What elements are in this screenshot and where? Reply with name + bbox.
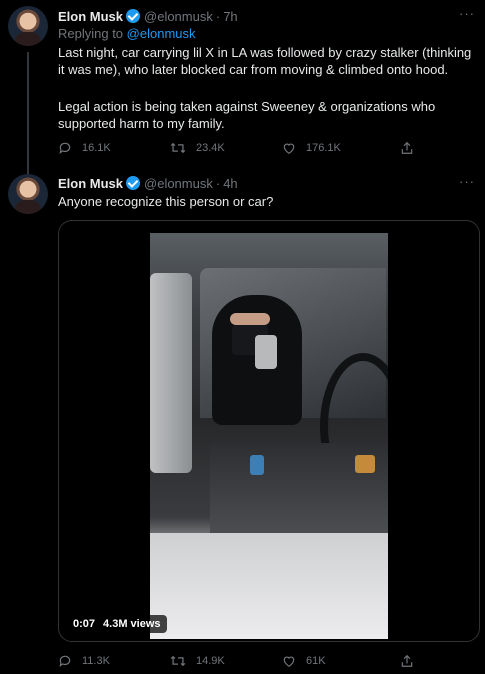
tweet-actions: 11.3K 14.9K 61K [58, 652, 468, 670]
author-handle[interactable]: @elonmusk [144, 9, 213, 24]
like-count: 61K [306, 655, 326, 667]
like-button[interactable]: 176.1K [282, 139, 394, 157]
reply-count: 16.1K [82, 142, 111, 154]
retweet-count: 23.4K [196, 142, 225, 154]
retweet-count: 14.9K [196, 655, 225, 667]
retweet-button[interactable]: 23.4K [170, 139, 282, 157]
video-player[interactable]: 0:07 4.3M views [58, 220, 480, 642]
avatar[interactable] [8, 6, 48, 46]
tweet-header: Elon Musk @elonmusk · 4h [58, 174, 238, 192]
share-button[interactable] [400, 652, 424, 670]
author-name[interactable]: Elon Musk [58, 9, 123, 24]
author-name[interactable]: Elon Musk [58, 176, 123, 191]
tweet-time[interactable]: 7h [223, 9, 237, 24]
car-seat [150, 273, 192, 473]
separator-dot: · [215, 175, 221, 191]
replying-to: Replying to @elonmusk [58, 26, 196, 41]
reply-icon [58, 141, 72, 155]
video-frame[interactable] [150, 233, 388, 639]
reply-button[interactable]: 16.1K [58, 139, 170, 157]
verified-badge-icon [126, 176, 141, 190]
reply-count: 11.3K [82, 655, 110, 667]
author-handle[interactable]: @elonmusk [144, 176, 213, 191]
thread-connector [27, 52, 29, 178]
retweet-button[interactable]: 14.9K [170, 652, 282, 670]
verified-badge-icon [126, 9, 141, 23]
car-door [150, 533, 388, 639]
person-eyes [230, 313, 270, 325]
retweet-icon [170, 654, 186, 668]
phone [255, 335, 277, 369]
share-icon [400, 141, 414, 155]
more-icon[interactable]: ··· [459, 174, 475, 189]
tweet-text-paragraph-2: Legal action is being taken against Swee… [58, 99, 436, 131]
tweet-time[interactable]: 4h [223, 176, 237, 191]
tweet-2[interactable]: Elon Musk @elonmusk · 4h ··· Anyone reco… [0, 168, 485, 674]
like-count: 176.1K [306, 142, 341, 154]
tweet-1[interactable]: Elon Musk @elonmusk · 7h ··· Replying to… [0, 0, 485, 178]
share-button[interactable] [400, 139, 424, 157]
cup [355, 455, 375, 473]
separator-dot: · [215, 8, 221, 24]
share-icon [400, 654, 414, 668]
more-icon[interactable]: ··· [459, 6, 475, 21]
reply-button[interactable]: 11.3K [58, 652, 170, 670]
replying-prefix: Replying to [58, 26, 124, 41]
like-icon [282, 141, 296, 155]
tweet-text: Anyone recognize this person or car? [58, 194, 274, 209]
reply-icon [58, 654, 72, 668]
retweet-icon [170, 141, 186, 155]
replying-handle-link[interactable]: @elonmusk [127, 26, 196, 41]
like-icon [282, 654, 296, 668]
tweet-actions: 16.1K 23.4K 176.1K [58, 139, 468, 157]
video-info-badge: 0:07 4.3M views [67, 615, 167, 633]
cup [250, 455, 264, 475]
like-button[interactable]: 61K [282, 652, 394, 670]
video-views: 4.3M views [103, 618, 161, 630]
tweet-header: Elon Musk @elonmusk · 7h [58, 7, 238, 25]
video-time: 0:07 [73, 618, 96, 630]
tweet-text-paragraph-1: Last night, car carrying lil X in LA was… [58, 45, 472, 77]
avatar[interactable] [8, 174, 48, 214]
